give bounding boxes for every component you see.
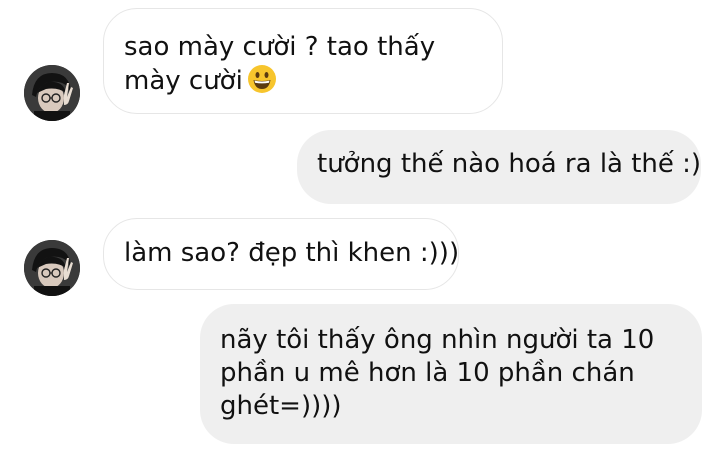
contact-avatar[interactable] — [24, 65, 80, 121]
avatar-photo-icon — [24, 65, 80, 121]
avatar-photo-icon — [24, 240, 80, 296]
message-bubble-outgoing[interactable]: nãy tôi thấy ông nhìn người ta 10 phần u… — [200, 304, 702, 444]
grinning-face-emoji-icon — [247, 65, 276, 93]
message-bubble-incoming[interactable]: làm sao? đẹp thì khen :))) — [103, 218, 459, 290]
message-text: nãy tôi thấy ông nhìn người ta 10 phần u… — [220, 325, 655, 421]
contact-avatar[interactable] — [24, 240, 80, 296]
message-text: làm sao? đẹp thì khen :))) — [124, 238, 460, 268]
message-bubble-incoming[interactable]: sao mày cười ? tao thấy mày cười — [103, 8, 503, 114]
message-text: sao mày cười ? tao thấy mày cười — [124, 32, 436, 96]
message-bubble-outgoing[interactable]: tưởng thế nào hoá ra là thế :) — [297, 130, 701, 204]
message-text: tưởng thế nào hoá ra là thế :) — [317, 149, 702, 179]
chat-thread: sao mày cười ? tao thấy mày cười tưởng t… — [0, 0, 720, 451]
